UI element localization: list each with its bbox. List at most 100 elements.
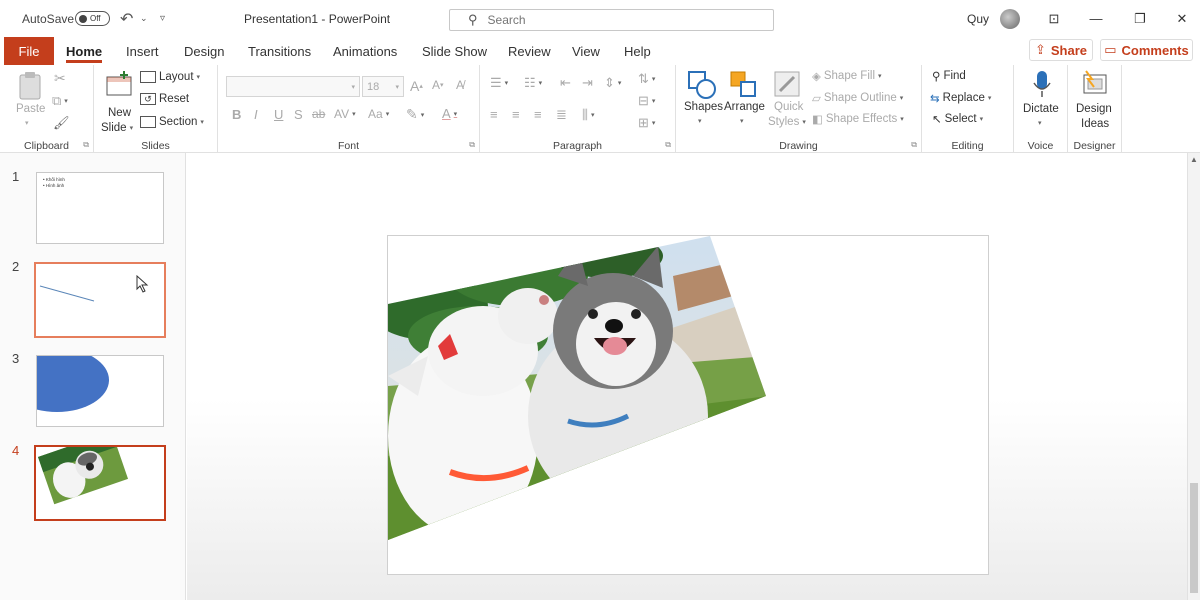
bullets-icon[interactable]: ☰ ▾	[490, 75, 508, 91]
slide-thumbnail-3[interactable]	[36, 355, 164, 427]
voice-group: Dictate ▾ Voice	[1014, 65, 1068, 153]
microphone-icon[interactable]	[1032, 69, 1052, 99]
new-slide-button[interactable]: Slide ▾	[101, 122, 133, 134]
design-ideas-label-2[interactable]: Ideas	[1081, 118, 1109, 130]
scroll-up-icon[interactable]: ▲	[1190, 155, 1198, 164]
highlight-button[interactable]: ✎ ▾	[406, 106, 424, 123]
tab-home[interactable]: Home	[66, 37, 103, 65]
italic-button[interactable]: I	[254, 107, 258, 122]
quick-styles-icon[interactable]	[772, 69, 802, 101]
smartart-icon[interactable]: ⊞ ▾	[638, 115, 655, 131]
tab-insert[interactable]: Insert	[126, 37, 159, 65]
copy-icon[interactable]: ⧉ ▾	[52, 93, 68, 109]
design-ideas-label-1[interactable]: Design	[1076, 103, 1112, 115]
strikethrough-button[interactable]: ab	[312, 107, 325, 121]
change-case-button[interactable]: Aa ▾	[368, 107, 389, 121]
shapes-dropdown-icon[interactable]: ▾	[698, 117, 702, 125]
tab-file[interactable]: File	[4, 37, 54, 65]
numbering-icon[interactable]: ☷ ▾	[524, 75, 542, 91]
underline-button[interactable]: U	[274, 107, 283, 122]
arrange-label[interactable]: Arrange	[724, 101, 765, 113]
customize-quick-access-icon[interactable]: ▿	[160, 0, 165, 37]
shapes-icon[interactable]	[686, 69, 718, 101]
format-painter-icon[interactable]: 🖌	[53, 115, 70, 131]
dog-photo[interactable]	[388, 236, 989, 575]
slide-thumbnail-4[interactable]	[34, 445, 166, 521]
increase-indent-icon[interactable]: ⇥	[582, 75, 593, 91]
drawing-launcher-icon[interactable]: ⧉	[911, 140, 917, 150]
replace-button[interactable]: ⇆ Replace ▾	[930, 91, 991, 105]
layout-button[interactable]: Layout ▾	[140, 71, 200, 83]
tab-transitions[interactable]: Transitions	[248, 37, 311, 65]
character-spacing-button[interactable]: AV ▾	[334, 107, 356, 121]
find-button[interactable]: ⚲ Find	[932, 69, 966, 83]
shape-effects-button[interactable]: ◧ Shape Effects ▾	[812, 112, 904, 126]
justify-icon[interactable]: ≣	[556, 107, 567, 123]
align-text-icon[interactable]: ⊟ ▾	[638, 93, 655, 109]
cut-icon[interactable]: ✂	[54, 70, 66, 87]
font-color-button[interactable]: A ▾	[442, 106, 457, 121]
tab-help[interactable]: Help	[624, 37, 651, 65]
shapes-label[interactable]: Shapes	[684, 101, 723, 113]
autosave-toggle[interactable]: Off	[75, 11, 110, 26]
paste-label[interactable]: Paste	[16, 103, 45, 115]
shape-effects-label: Shape Effects	[825, 113, 898, 125]
new-slide-label-1[interactable]: New	[108, 107, 131, 119]
arrange-icon[interactable]	[728, 69, 760, 101]
tab-design[interactable]: Design	[184, 37, 224, 65]
share-button[interactable]: ⇪ Share	[1029, 39, 1093, 61]
scrollbar-thumb[interactable]	[1190, 483, 1198, 593]
select-button[interactable]: ↖ Select ▾	[932, 112, 983, 126]
align-center-icon[interactable]: ≡	[512, 107, 520, 122]
reset-label: Reset	[159, 93, 190, 105]
slide-editor-canvas[interactable]	[187, 153, 1187, 600]
line-spacing-icon[interactable]: ⇕ ▾	[604, 75, 621, 91]
tab-review[interactable]: Review	[508, 37, 551, 65]
undo-dropdown-icon[interactable]: ⌄	[140, 0, 148, 37]
font-name-dropdown[interactable]: ▾	[226, 76, 360, 97]
clear-formatting-icon[interactable]: A̸	[456, 78, 464, 92]
decrease-font-icon[interactable]: A ▾	[432, 78, 444, 92]
design-ideas-icon[interactable]	[1080, 69, 1110, 99]
clipboard-launcher-icon[interactable]: ⧉	[83, 140, 89, 150]
font-launcher-icon[interactable]: ⧉	[469, 140, 475, 150]
restore-icon[interactable]: ❐	[1130, 0, 1150, 37]
current-slide[interactable]	[387, 235, 989, 575]
dictate-label[interactable]: Dictate	[1023, 103, 1059, 115]
shadow-button[interactable]: S	[294, 107, 303, 122]
quick-styles-label-1[interactable]: Quick	[774, 101, 803, 113]
tab-slide-show[interactable]: Slide Show	[422, 37, 487, 65]
search-input[interactable]	[487, 13, 738, 27]
align-left-icon[interactable]: ≡	[490, 107, 498, 122]
close-icon[interactable]: ✕	[1172, 0, 1192, 37]
tab-view[interactable]: View	[572, 37, 600, 65]
bold-button[interactable]: B	[232, 107, 241, 122]
font-size-dropdown[interactable]: 18 ▾	[362, 76, 404, 97]
tab-animations[interactable]: Animations	[333, 37, 397, 65]
text-direction-icon[interactable]: ⇅ ▾	[638, 71, 655, 87]
vertical-scrollbar[interactable]: ▲	[1187, 153, 1200, 600]
paragraph-launcher-icon[interactable]: ⧉	[665, 140, 671, 150]
quick-styles-button[interactable]: Styles ▾	[768, 116, 806, 128]
comments-button[interactable]: ▭ Comments	[1100, 39, 1193, 61]
section-button[interactable]: Section ▾	[140, 116, 204, 128]
ribbon-display-options-icon[interactable]: ⊡	[1044, 0, 1064, 37]
reset-button[interactable]: ↺ Reset	[140, 93, 189, 105]
new-slide-icon[interactable]	[104, 71, 134, 99]
shape-fill-button[interactable]: ◈ Shape Fill ▾	[812, 69, 882, 83]
shape-outline-button[interactable]: ▱ Shape Outline ▾	[812, 91, 903, 105]
minimize-icon[interactable]: —	[1086, 0, 1106, 37]
avatar[interactable]	[1000, 9, 1020, 29]
slide-thumbnail-2[interactable]	[34, 262, 166, 338]
undo-icon[interactable]: ↶	[120, 0, 133, 37]
align-right-icon[interactable]: ≡	[534, 107, 542, 122]
search-box[interactable]: ⚲	[449, 9, 774, 31]
paste-icon[interactable]	[16, 71, 46, 101]
columns-icon[interactable]: ⫼ ▾	[582, 107, 595, 123]
paste-dropdown-icon[interactable]: ▾	[25, 119, 29, 127]
dictate-dropdown-icon[interactable]: ▾	[1038, 119, 1042, 127]
slide-thumbnail-1[interactable]: • Khối hình • Hình ảnh	[36, 172, 164, 244]
arrange-dropdown-icon[interactable]: ▾	[740, 117, 744, 125]
decrease-indent-icon[interactable]: ⇤	[560, 75, 571, 91]
increase-font-icon[interactable]: A ▴	[410, 78, 423, 94]
